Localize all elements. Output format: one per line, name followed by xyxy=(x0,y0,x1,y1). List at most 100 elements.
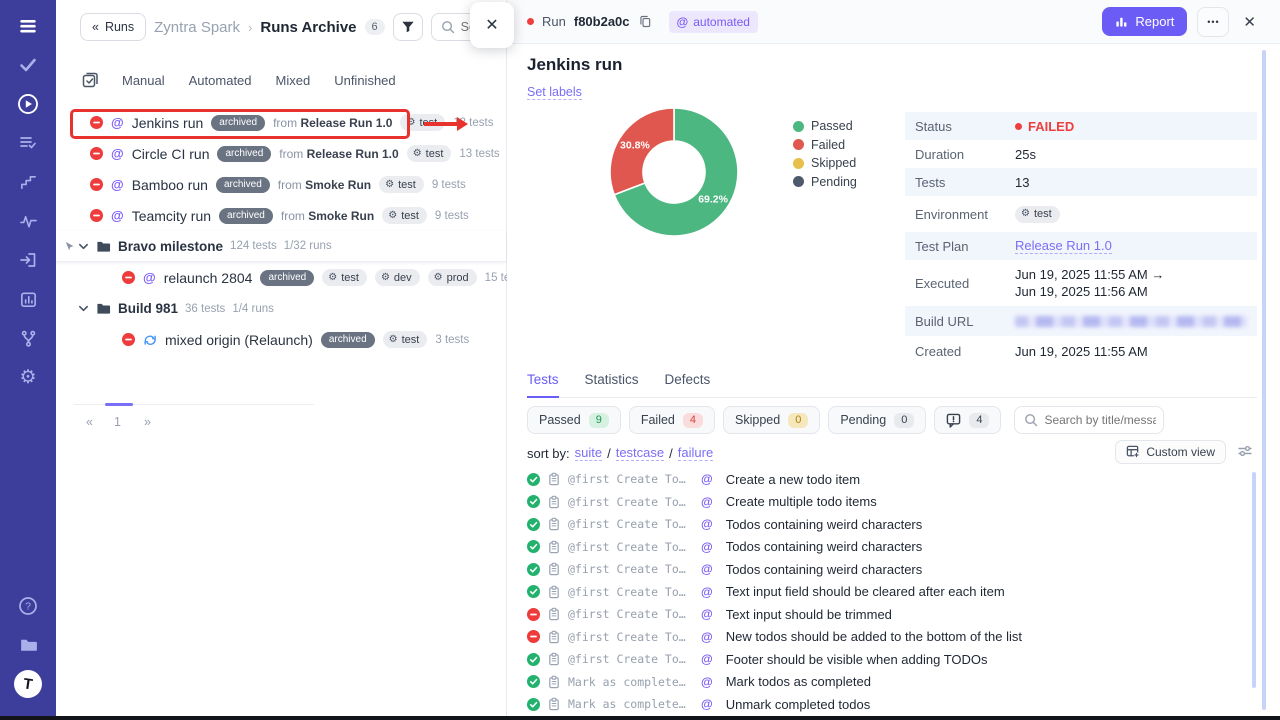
tests-search-box[interactable] xyxy=(1014,406,1164,434)
test-plan-link[interactable]: Release Run 1.0 xyxy=(1015,238,1112,254)
close-panel-button[interactable]: ✕ xyxy=(470,2,514,48)
tab-tests[interactable]: Tests xyxy=(527,372,559,398)
folder-icon xyxy=(96,301,111,316)
tests-search-input[interactable] xyxy=(1044,413,1156,427)
view-settings-sliders-icon[interactable] xyxy=(1238,444,1252,458)
projects-folder-icon[interactable] xyxy=(16,632,40,656)
folder-row[interactable]: Build 98136 tests1/4 runs xyxy=(56,293,506,324)
sliders-icon xyxy=(1238,444,1252,458)
test-row[interactable]: @first Create To…@Text input field shoul… xyxy=(527,581,1242,604)
settings-gear-icon[interactable]: ⚙ xyxy=(16,365,40,389)
steps-icon[interactable] xyxy=(16,170,40,194)
filter-comments[interactable]: 4 xyxy=(934,406,1001,434)
test-row[interactable]: Mark as complete…@Mark todos as complete… xyxy=(527,671,1242,694)
report-button[interactable]: Report xyxy=(1102,7,1187,36)
tests-check-icon[interactable] xyxy=(16,53,40,77)
failed-run-icon xyxy=(90,116,103,129)
test-row[interactable]: @first Create To…@Footer should be visib… xyxy=(527,648,1242,671)
copy-icon[interactable] xyxy=(638,14,653,29)
test-suite-name: @first Create To… xyxy=(568,630,694,644)
menu-icon[interactable] xyxy=(16,14,40,38)
passed-status-icon xyxy=(527,675,540,688)
test-row[interactable]: @first Create To…@Todos containing weird… xyxy=(527,513,1242,536)
pulse-icon[interactable] xyxy=(16,209,40,233)
sort-by-failure[interactable]: failure xyxy=(678,445,713,461)
sort-by-row: sort by: suite/testcase/failure xyxy=(527,445,713,461)
sort-by-suite[interactable]: suite xyxy=(575,445,602,461)
pagination: « 1 » xyxy=(74,404,314,405)
tab-statistics[interactable]: Statistics xyxy=(585,372,639,397)
archived-badge: archived xyxy=(216,177,270,193)
detail-label: Test Plan xyxy=(905,239,1015,254)
import-icon[interactable] xyxy=(16,248,40,272)
test-row[interactable]: Mark as complete…@Unmark completed todos xyxy=(527,693,1242,716)
donut-label-passed: 69.2% xyxy=(698,193,728,205)
run-row[interactable]: @relaunch 2804archived⚙test⚙dev⚙prod15 t… xyxy=(56,262,506,293)
more-actions-button[interactable]: ••• xyxy=(1197,7,1229,37)
filter-passed[interactable]: Passed9 xyxy=(527,406,621,434)
branch-icon xyxy=(19,329,38,348)
run-row[interactable]: @Jenkins runarchivedfrom Release Run 1.0… xyxy=(56,107,506,138)
run-name: Bamboo run xyxy=(132,177,208,193)
automated-test-icon: @ xyxy=(701,496,713,508)
clipboard-icon xyxy=(547,540,561,554)
prev-page-button[interactable]: « xyxy=(86,415,93,429)
runs-tab-manual[interactable]: Manual xyxy=(122,73,165,88)
automated-test-icon: @ xyxy=(701,698,713,710)
back-button-label: Runs xyxy=(105,20,134,34)
run-row[interactable]: @Teamcity runarchivedfrom Smoke Run⚙test… xyxy=(56,200,506,231)
test-suite-name: @first Create To… xyxy=(568,472,694,486)
automated-test-icon: @ xyxy=(701,473,713,485)
filter-pending[interactable]: Pending0 xyxy=(828,406,926,434)
tab-defects[interactable]: Defects xyxy=(665,372,711,397)
filter-label: Pending xyxy=(840,413,886,427)
set-labels-link[interactable]: Set labels xyxy=(527,85,582,100)
legend-dot xyxy=(793,121,804,132)
filter-failed[interactable]: Failed4 xyxy=(629,406,715,434)
detail-row-executed: ExecutedJun 19, 2025 11:55 AM →Jun 19, 2… xyxy=(905,260,1257,306)
page-number[interactable]: 1 xyxy=(114,415,121,429)
help-icon[interactable]: ? xyxy=(16,594,40,618)
runs-tab-unfinished[interactable]: Unfinished xyxy=(334,73,395,88)
run-row[interactable]: @Bamboo runarchivedfrom Smoke Run⚙test9 … xyxy=(56,169,506,200)
test-title: Text input should be trimmed xyxy=(726,607,892,622)
runs-tab-automated[interactable]: Automated xyxy=(189,73,252,88)
filter-button[interactable] xyxy=(393,13,423,41)
test-row[interactable]: @first Create To…@Todos containing weird… xyxy=(527,536,1242,559)
test-row[interactable]: @first Create To…@Create multiple todo i… xyxy=(527,491,1242,514)
panel-scrollbar[interactable] xyxy=(1262,50,1266,710)
result-list-icon[interactable] xyxy=(16,131,40,155)
test-row[interactable]: @first Create To…@Todos containing weird… xyxy=(527,558,1242,581)
test-row[interactable]: @first Create To…@Text input should be t… xyxy=(527,603,1242,626)
branch-icon[interactable] xyxy=(16,326,40,350)
report-button-label: Report xyxy=(1135,14,1174,29)
analytics-icon[interactable] xyxy=(16,287,40,311)
folder-row[interactable]: Bravo milestone124 tests1/32 runs xyxy=(56,231,506,262)
table-view-icon xyxy=(1126,445,1140,459)
user-avatar[interactable]: T xyxy=(12,668,44,700)
sort-by-testcase[interactable]: testcase xyxy=(616,445,664,461)
test-row[interactable]: @first Create To…@New todos should be ad… xyxy=(527,626,1242,649)
tests-list-scrollbar[interactable] xyxy=(1252,472,1256,688)
test-row[interactable]: @first Create To…@Create a new todo item xyxy=(527,468,1242,491)
run-row[interactable]: mixed origin (Relaunch)archived⚙test3 te… xyxy=(56,324,506,355)
filter-count-badge: 0 xyxy=(788,413,808,428)
app-sidebar: ⚙ ? T xyxy=(0,0,56,720)
next-page-button[interactable]: » xyxy=(144,415,151,429)
failed-run-icon xyxy=(122,271,135,284)
run-row[interactable]: @Circle CI runarchivedfrom Release Run 1… xyxy=(56,138,506,169)
runs-play-icon[interactable] xyxy=(16,92,40,116)
select-all-icon[interactable] xyxy=(82,72,98,88)
filter-skipped[interactable]: Skipped0 xyxy=(723,406,820,434)
test-title: Text input field should be cleared after… xyxy=(726,584,1005,599)
automated-test-icon: @ xyxy=(701,586,713,598)
passed-test-icon xyxy=(527,540,540,553)
custom-view-button[interactable]: Custom view xyxy=(1115,440,1226,464)
back-to-runs-button[interactable]: « Runs xyxy=(80,13,146,41)
clipboard-icon xyxy=(547,517,561,531)
breadcrumb-project[interactable]: Zyntra Spark xyxy=(154,19,240,36)
runs-tab-mixed[interactable]: Mixed xyxy=(276,73,311,88)
automated-run-icon: @ xyxy=(111,178,124,191)
close-detail-button[interactable]: ✕ xyxy=(1243,13,1256,31)
funnel-icon xyxy=(401,20,415,34)
